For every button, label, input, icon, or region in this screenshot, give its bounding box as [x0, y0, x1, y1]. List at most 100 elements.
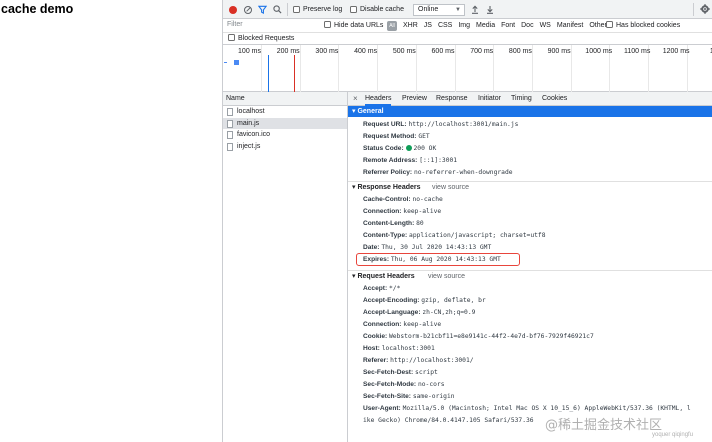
timeline-tick-label: 600 ms — [431, 48, 455, 55]
header-value: keep-alive — [403, 208, 442, 215]
checkbox-icon[interactable] — [350, 6, 357, 13]
overview-request-bar — [224, 62, 227, 63]
header-value: ike Gecko) Chrome/84.0.4147.105 Safari/5… — [363, 417, 534, 424]
filter-all-button[interactable]: All — [387, 21, 397, 31]
header-value: */* — [389, 285, 401, 292]
throttle-value: Online — [418, 6, 439, 13]
tab-timing[interactable]: Timing — [511, 92, 532, 106]
header-row: Cookie: Webstorm-b21cbf11=e8e9141c-44f2-… — [348, 331, 712, 343]
throttle-select[interactable]: Online ▼ — [413, 4, 465, 16]
file-icon — [227, 108, 233, 116]
hide-data-urls-label: Hide data URLs — [334, 22, 384, 29]
header-value: application/javascript; charset=utf8 — [409, 232, 546, 239]
detail-tabs: × Headers Preview Response Initiator Timing C… — [348, 92, 712, 106]
request-rows: localhost main.js favicon.ico inject.js — [223, 106, 347, 152]
timeline-gridline — [338, 45, 340, 92]
tab-headers[interactable]: Headers — [365, 92, 392, 106]
tab-initiator[interactable]: Initiator — [478, 92, 501, 106]
close-icon[interactable]: × — [353, 92, 358, 106]
checkbox-icon[interactable] — [228, 34, 235, 41]
filter-input[interactable]: Filter — [227, 21, 317, 31]
response-headers-title: Response Headers — [357, 184, 421, 191]
filter-type-js[interactable]: JS — [424, 21, 432, 31]
hide-data-urls-checkbox[interactable]: Hide data URLs — [324, 21, 383, 31]
request-name: inject.js — [237, 142, 261, 150]
checkbox-icon[interactable] — [324, 21, 331, 28]
blocked-requests-checkbox[interactable]: Blocked Requests — [228, 34, 294, 44]
clear-icon[interactable] — [244, 5, 252, 14]
name-column-header[interactable]: Name — [223, 92, 347, 106]
header-key: Cookie: — [363, 333, 390, 340]
checkbox-icon[interactable] — [293, 6, 300, 13]
header-row: Sec-Fetch-Mode: no-cors — [348, 379, 712, 391]
checkbox-icon[interactable] — [606, 21, 613, 28]
filter-icon[interactable] — [258, 5, 267, 14]
header-value: no-cache — [412, 196, 443, 203]
upload-icon[interactable] — [471, 5, 479, 14]
header-value: Webstorm-b21cbf11=e8e9141c-44f2-4e7d-bf7… — [389, 333, 594, 340]
header-value: http://localhost:3001/main.js — [408, 121, 519, 128]
timeline-gridline — [261, 45, 262, 92]
request-row[interactable]: inject.js — [223, 141, 347, 153]
timeline-overview[interactable]: 100 ms 200 ms 300 ms 400 ms 500 ms 600 ms 700 … — [223, 45, 712, 92]
file-icon — [227, 142, 233, 151]
request-row[interactable]: favicon.ico — [223, 129, 347, 141]
header-key: Accept-Encoding: — [363, 297, 422, 304]
general-section-header[interactable]: ▾ General — [348, 106, 712, 117]
request-details: × Headers Preview Response Initiator Timing C… — [348, 92, 712, 442]
record-icon[interactable] — [229, 5, 237, 14]
request-list: Name localhost main.js favicon.ico inject.j… — [223, 92, 348, 442]
filter-type-ws[interactable]: WS — [540, 21, 551, 31]
preserve-log-checkbox[interactable]: Preserve log — [293, 0, 342, 19]
filter-type-xhr[interactable]: XHR — [403, 21, 418, 31]
request-row[interactable]: localhost — [223, 106, 347, 118]
file-icon — [227, 119, 233, 128]
disable-cache-checkbox[interactable]: Disable cache — [350, 0, 404, 19]
header-row: Accept-Encoding: gzip, deflate, br — [348, 295, 712, 307]
filter-type-doc[interactable]: Doc — [521, 21, 533, 31]
header-row: Content-Type: application/javascript; ch… — [348, 230, 712, 242]
has-blocked-cookies-checkbox[interactable]: Has blocked cookies — [606, 21, 680, 31]
timeline-tick-label: 400 ms — [354, 48, 378, 55]
request-view-source-link[interactable]: view source — [428, 271, 465, 283]
header-key: Connection: — [363, 208, 404, 215]
header-row: Connection: keep-alive — [348, 319, 712, 331]
header-value: [::1]:3001 — [419, 157, 458, 164]
header-row: Sec-Fetch-Site: same-origin — [348, 391, 712, 403]
resource-type-filters: XHR JS CSS Img Media Font Doc WS Manifest Other — [403, 21, 607, 31]
preserve-log-label: Preserve log — [303, 6, 343, 13]
filter-type-font[interactable]: Font — [501, 21, 515, 31]
download-icon[interactable] — [486, 5, 494, 14]
response-header-rows: Cache-Control: no-cache Connection: keep-… — [348, 194, 712, 266]
request-headers-section-header[interactable]: ▾ Request Headers view source — [348, 271, 712, 283]
header-value: keep-alive — [403, 321, 442, 328]
timeline-tick-label: 500 ms — [392, 48, 416, 55]
filter-type-other[interactable]: Other — [589, 21, 607, 31]
request-row[interactable]: main.js — [223, 117, 347, 129]
filter-type-manifest[interactable]: Manifest — [557, 21, 583, 31]
header-row: Referrer Policy: no-referrer-when-downgr… — [348, 167, 712, 179]
status-ok-icon — [405, 144, 412, 151]
filter-bar: Filter Hide data URLs All XHR JS CSS Img Med… — [223, 19, 712, 33]
timeline-tick-label: 700 ms — [470, 48, 494, 55]
header-key: Connection: — [363, 321, 404, 328]
response-headers-section-header[interactable]: ▾ Response Headers view source — [348, 182, 712, 194]
tab-cookies[interactable]: Cookies — [542, 92, 567, 106]
header-key: Content-Length: — [363, 220, 417, 227]
response-view-source-link[interactable]: view source — [432, 182, 469, 194]
filter-type-css[interactable]: CSS — [438, 21, 452, 31]
filter-type-img[interactable]: Img — [458, 21, 470, 31]
network-toolbar: Preserve log Disable cache Online ▼ — [223, 0, 712, 19]
search-icon[interactable] — [273, 5, 282, 14]
tab-response[interactable]: Response — [436, 92, 468, 106]
request-headers-title: Request Headers — [357, 273, 415, 280]
header-value: gzip, deflate, br — [421, 297, 486, 304]
gear-icon[interactable] — [700, 4, 710, 14]
tab-preview[interactable]: Preview — [402, 92, 427, 106]
watermark: @稀土掘金技术社区 — [545, 418, 663, 433]
timeline-gridline — [531, 45, 533, 92]
filter-type-media[interactable]: Media — [476, 21, 495, 31]
header-value: no-referrer-when-downgrade — [413, 169, 513, 176]
has-blocked-cookies-label: Has blocked cookies — [616, 22, 681, 29]
header-row: Request Method: GET — [348, 131, 712, 143]
